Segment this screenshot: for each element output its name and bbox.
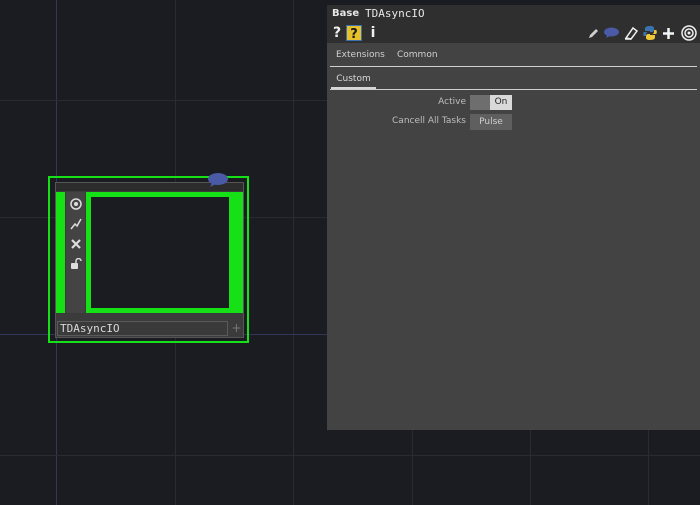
op-type-label: Base (332, 8, 360, 19)
node-output-connector[interactable] (234, 192, 243, 313)
comment-toggle-icon[interactable] (603, 24, 620, 42)
viewer-active-icon[interactable] (68, 196, 83, 211)
active-label: Active (438, 97, 466, 107)
tab-common[interactable]: Common (397, 50, 438, 60)
node-input-connector[interactable] (56, 192, 65, 313)
grid-line (412, 430, 413, 505)
grid-line (530, 430, 531, 505)
help-icon[interactable]: ? (331, 24, 343, 42)
grid-line (648, 430, 649, 505)
base-comp-node[interactable]: TDAsyncIO + (55, 182, 244, 338)
bypass-icon[interactable] (68, 216, 83, 231)
tab-divider (330, 89, 697, 90)
pencil-icon[interactable] (586, 24, 600, 42)
clone-icon[interactable] (623, 24, 639, 42)
node-add-button[interactable]: + (230, 321, 243, 336)
close-icon[interactable] (68, 236, 83, 251)
toggle-off-segment[interactable] (470, 95, 490, 110)
parameter-panel: Base TDAsyncIO ? ? i Extensions Common C… (327, 5, 700, 430)
node-viewer-content (91, 197, 229, 308)
target-icon[interactable] (680, 24, 697, 42)
op-name-label[interactable]: TDAsyncIO (365, 7, 425, 20)
node-name-field[interactable]: TDAsyncIO (57, 321, 228, 336)
tab-custom[interactable]: Custom (331, 72, 376, 88)
grid-line (293, 0, 294, 505)
node-viewer[interactable] (86, 192, 234, 313)
svg-text:?: ? (350, 27, 358, 41)
python-icon[interactable] (641, 24, 658, 42)
grid-line (0, 455, 700, 456)
page-tabs: Extensions Common (327, 45, 700, 67)
node-flag-bar (66, 192, 85, 313)
cancel-all-tasks-label: Cancell All Tasks (392, 116, 466, 126)
tab-divider (330, 66, 697, 67)
add-icon[interactable] (661, 24, 675, 42)
info-icon[interactable]: i (368, 24, 378, 42)
toggle-on-segment[interactable]: On (490, 95, 512, 110)
lock-icon[interactable] (68, 256, 83, 271)
comment-icon[interactable] (206, 172, 230, 192)
panel-toolbar: ? ? i (327, 23, 700, 43)
python-help-icon[interactable]: ? (346, 24, 362, 42)
active-toggle[interactable]: On (470, 95, 512, 110)
tab-extensions[interactable]: Extensions (336, 50, 385, 60)
panel-header: Base TDAsyncIO (327, 5, 700, 23)
pulse-button[interactable]: Pulse (470, 114, 512, 130)
